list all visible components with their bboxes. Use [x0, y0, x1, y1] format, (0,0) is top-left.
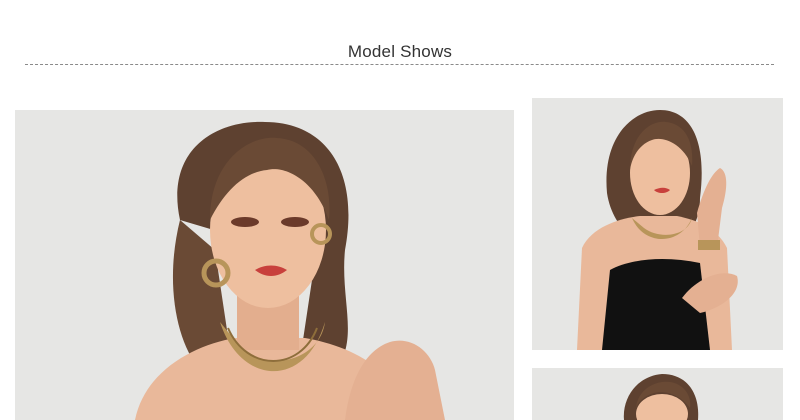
model-portrait-cropped-photo[interactable] [532, 368, 783, 420]
section-title: Model Shows [347, 42, 453, 61]
model-closeup-image [15, 110, 514, 420]
model-portrait-cropped-image [532, 368, 783, 420]
model-black-top-image [532, 98, 783, 350]
section-divider [25, 64, 774, 65]
model-closeup-photo[interactable] [15, 110, 514, 420]
model-black-top-photo[interactable] [532, 98, 783, 350]
